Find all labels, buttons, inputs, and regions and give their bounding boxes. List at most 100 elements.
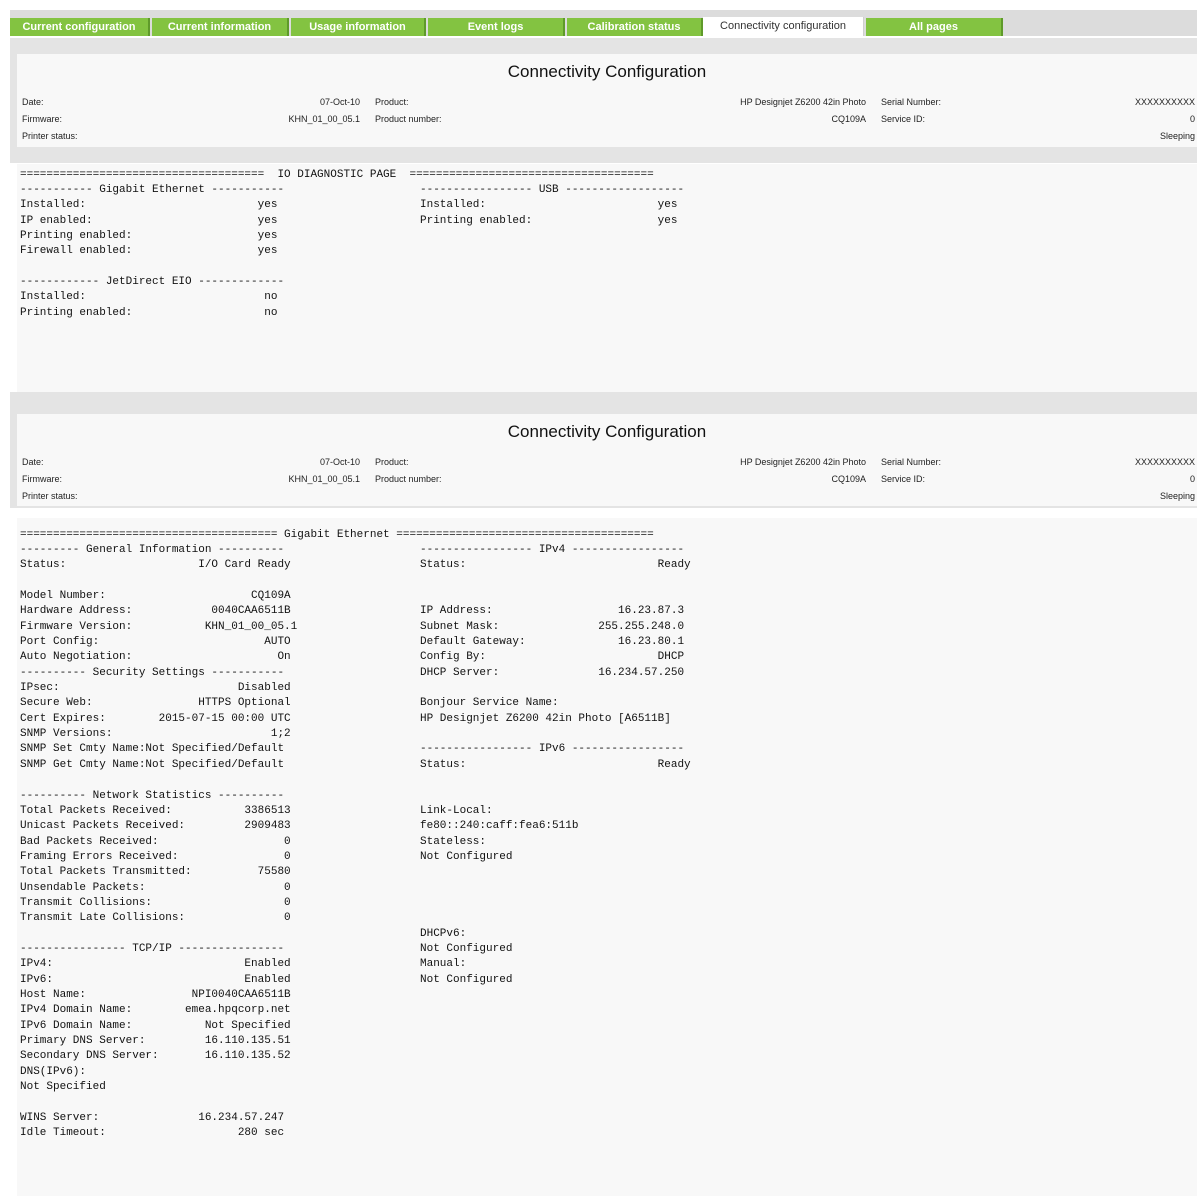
firmware-label: Firmware: (22, 474, 62, 484)
page-title-2: Connectivity Configuration (507, 422, 707, 441)
service-id-label: Service ID: (881, 114, 926, 124)
ge-left-line: Transmit Collisions: 0 (20, 896, 291, 909)
io-left-line: ----------- Gigabit Ethernet ----------- (20, 184, 285, 196)
date-value: 07-Oct-10 (319, 97, 360, 107)
date-label: Date: (22, 457, 44, 467)
ge-left-line: ---------------- TCP/IP ---------------- (20, 942, 285, 955)
ge-right-line (420, 574, 691, 589)
ge-left-line: SNMP Set Cmty Name:Not Specified/Default (20, 743, 285, 756)
io-left-line: IP enabled: yes (20, 214, 278, 227)
ge-right-line: Not Configured (420, 850, 513, 863)
io-diagnostic-title: ===================================== IO… (20, 169, 654, 181)
ge-left-line: IPv4 Domain Name: emea.hpqcorp.net (20, 1004, 291, 1017)
ge-right-line: Stateless: (420, 835, 487, 848)
serial-number-label: Serial Number: (881, 457, 942, 467)
ge-left-line: Firmware Version: KHN_01_00_05.1 (20, 620, 298, 633)
ge-right-line: Subnet Mask: 255.255.248.0 (420, 620, 685, 633)
ge-left-line (20, 574, 297, 589)
firmware-value: KHN_01_00_05.1 (288, 114, 360, 124)
ge-right-line (420, 865, 691, 880)
product-number-label: Product number: (375, 474, 442, 484)
ge-right-line: Not Configured (420, 973, 513, 986)
io-left-line: ------------ JetDirect EIO ------------- (20, 276, 285, 289)
io-left-line: Firewall enabled: yes (20, 245, 278, 258)
tab-calibration-status[interactable]: Calibration status (567, 18, 703, 36)
ge-right-line: Config By: DHCP (420, 651, 685, 664)
ge-left-line: SNMP Versions: 1;2 (20, 728, 291, 741)
ge-right-line: IP Address: 16.23.87.3 (420, 605, 685, 618)
io-left-line: Printing enabled: no (20, 306, 278, 319)
ge-left-line: Hardware Address: 0040CAA6511B (20, 605, 291, 618)
ge-left-line: Total Packets Transmitted: 75580 (20, 866, 291, 879)
ge-right-line: fe80::240:caff:fea6:511b (420, 820, 579, 833)
serial-number-label: Serial Number: (881, 97, 942, 107)
ge-left-line: Transmit Late Collisions: 0 (20, 912, 291, 925)
tab-current-configuration[interactable]: Current configuration (10, 18, 150, 36)
serial-number-value: XXXXXXXXXX (1134, 97, 1195, 107)
tab-current-information[interactable]: Current information (152, 18, 289, 36)
ge-left-line: IPsec: Disabled (20, 682, 291, 695)
ge-right-line: Not Configured (420, 942, 513, 955)
tab-event-logs[interactable]: Event logs (428, 18, 565, 36)
printer-status-value: Sleeping (1159, 491, 1195, 501)
ge-left-line: Primary DNS Server: 16.110.135.51 (20, 1035, 291, 1047)
io-left-line: Installed: no (20, 291, 278, 304)
ge-right-column: ----------------- IPv4 -----------------… (420, 543, 691, 988)
io-right-line: Installed: yes (420, 199, 678, 212)
io-left-line (20, 260, 284, 275)
ge-right-line (420, 896, 691, 911)
ge-right-line: ----------------- IPv4 ----------------- (420, 544, 685, 556)
printer-status-value: Sleeping (1159, 131, 1195, 141)
ge-left-line: SNMP Get Cmty Name:Not Specified/Default (20, 758, 285, 771)
io-right-line: Printing enabled: yes (420, 214, 678, 227)
ge-left-line: --------- General Information ---------- (20, 544, 285, 556)
printer-status-label: Printer status: (22, 131, 78, 141)
tab-usage-information[interactable]: Usage information (291, 18, 426, 36)
firmware-label: Firmware: (22, 114, 62, 124)
ge-left-line: DNS(IPv6): (20, 1065, 87, 1078)
service-id-value: 0 (1189, 474, 1195, 484)
page-title: Connectivity Configuration (507, 62, 707, 81)
tab-connectivity-configuration[interactable]: Connectivity configuration (703, 17, 864, 36)
io-left-line: Printing enabled: yes (20, 230, 278, 243)
ge-left-line: ---------- Network Statistics ---------- (20, 789, 285, 802)
product-number-label: Product number: (375, 114, 442, 124)
ge-right-line: DHCPv6: (420, 927, 467, 940)
ge-right-line (420, 911, 691, 926)
serial-number-value: XXXXXXXXXX (1134, 457, 1195, 467)
io-left-line: Installed: yes (20, 199, 278, 212)
ge-right-line: Bonjour Service Name: (420, 697, 559, 710)
ge-left-line (20, 927, 297, 942)
ge-left-line (20, 1095, 297, 1110)
ge-left-line: ---------- Security Settings ----------- (20, 666, 285, 679)
service-id-label: Service ID: (881, 474, 926, 484)
product-value: HP Designjet Z6200 42in Photo (740, 97, 866, 107)
ge-right-line: ----------------- IPv6 ----------------- (420, 743, 685, 756)
firmware-value: KHN_01_00_05.1 (288, 474, 360, 484)
tab-all-pages[interactable]: All pages (866, 18, 1003, 36)
io-left-column: ----------- Gigabit Ethernet -----------… (20, 183, 284, 321)
ge-right-line (420, 727, 691, 742)
printer-status-label: Printer status: (22, 491, 78, 501)
product-label: Product: (375, 97, 409, 107)
ge-right-line: Status: Ready (420, 758, 691, 771)
product-number-value: CQ109A (831, 474, 866, 484)
ge-right-line: DHCP Server: 16.234.57.250 (420, 666, 685, 679)
date-value: 07-Oct-10 (319, 457, 360, 467)
product-number-value: CQ109A (831, 114, 866, 124)
ge-right-line: Link-Local: (420, 804, 493, 817)
ge-right-line (420, 681, 691, 696)
ge-left-line: Total Packets Received: 3386513 (20, 804, 291, 817)
ge-left-line: Status: I/O Card Ready (20, 559, 291, 572)
io-right-column: ----------------- USB ------------------… (420, 183, 684, 229)
ge-right-line: Status: Ready (420, 559, 691, 572)
ge-right-line: HP Designjet Z6200 42in Photo [A6511B] (420, 712, 671, 725)
service-id-value: 0 (1189, 114, 1195, 124)
ge-left-line: Model Number: CQ109A (20, 590, 291, 603)
ge-right-line (420, 589, 691, 604)
ge-left-line: Framing Errors Received: 0 (20, 850, 291, 863)
ge-left-line: Cert Expires: 2015-07-15 00:00 UTC (20, 712, 291, 725)
product-value: HP Designjet Z6200 42in Photo (740, 457, 866, 467)
ge-left-line: Port Config: AUTO (20, 636, 291, 649)
ge-left-column: --------- General Information ----------… (20, 543, 297, 1141)
